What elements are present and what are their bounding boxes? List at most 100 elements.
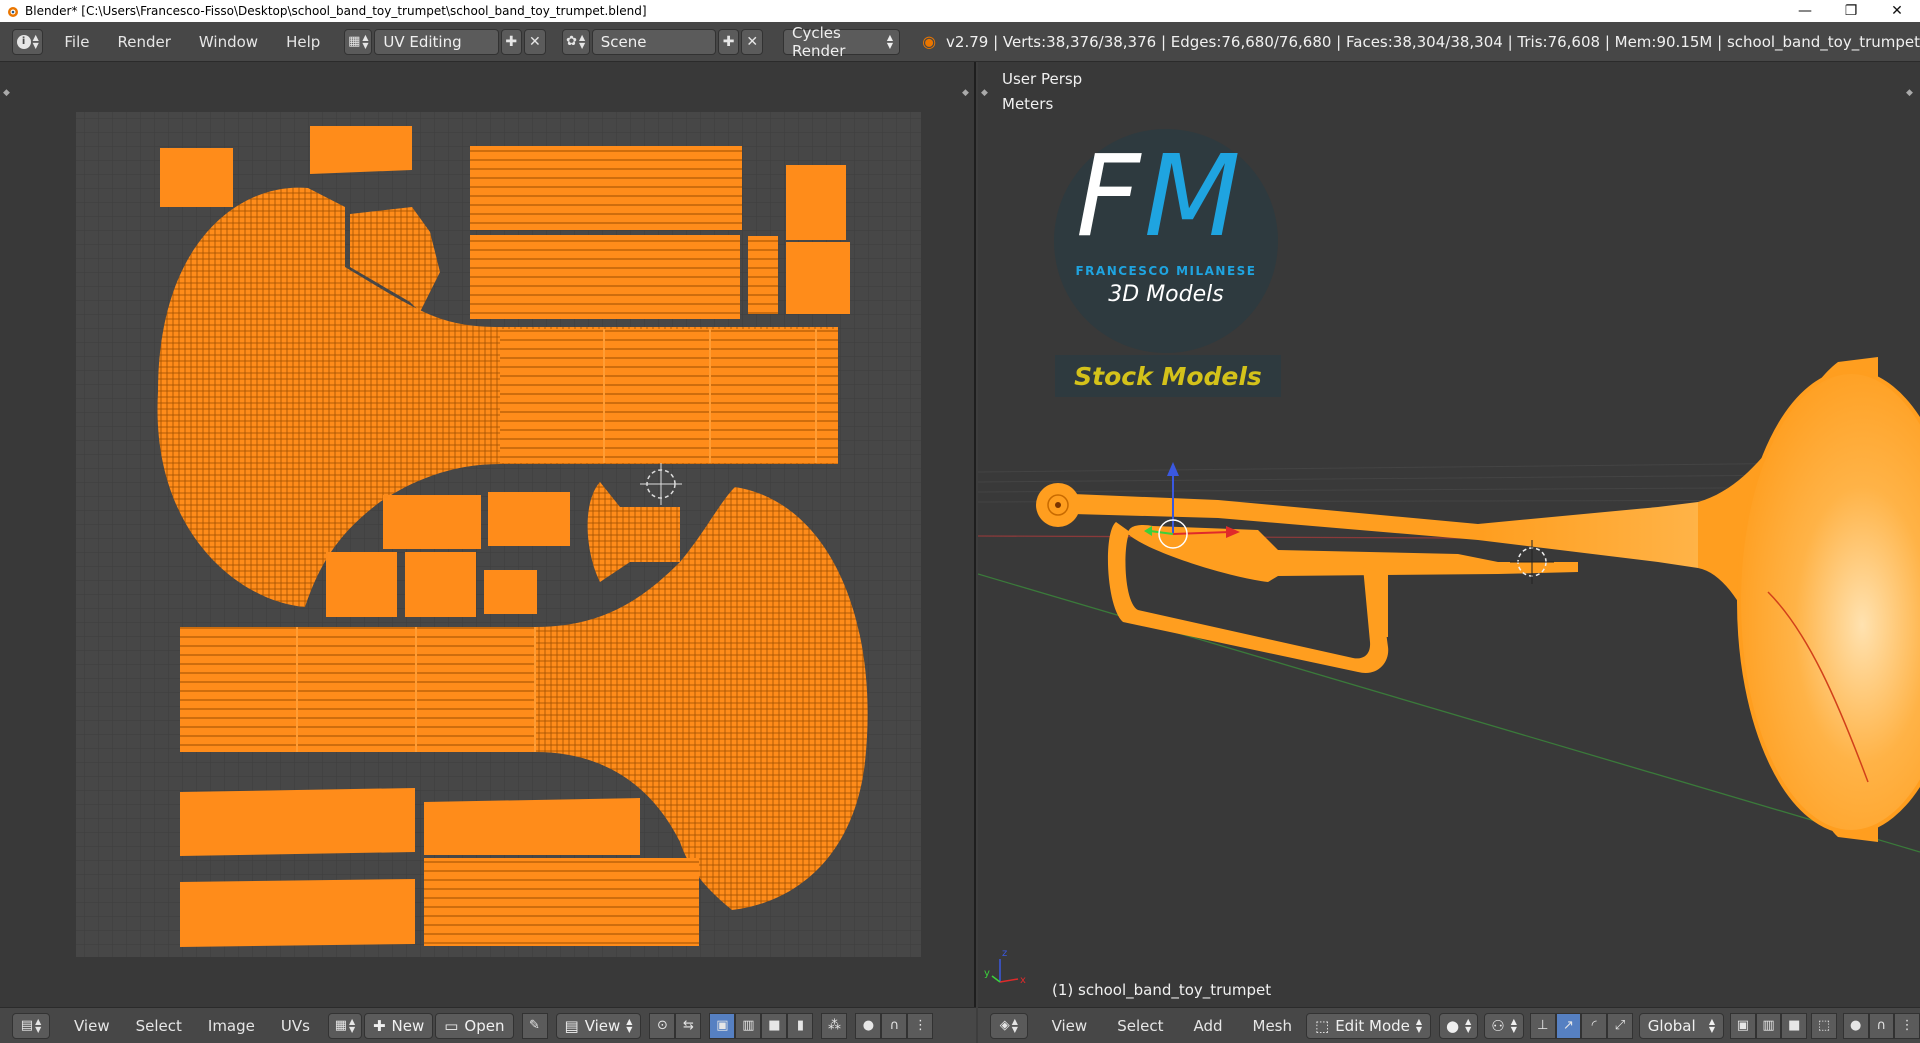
shading-dropdown[interactable]: ● ▲ ▼ (1439, 1012, 1479, 1039)
screen-layout-name: UV Editing (383, 32, 462, 51)
render-engine-dropdown[interactable]: Cycles Render ▲ ▼ (782, 24, 901, 60)
menu-select[interactable]: Select (1109, 1013, 1171, 1039)
new-image-button[interactable]: ✚ New (363, 1012, 434, 1039)
render-engine-value: Cycles Render (791, 23, 846, 60)
updown-arrows-icon: ▲ ▼ (886, 32, 894, 50)
mode-dropdown[interactable]: ⬚ Edit Mode ▲ ▼ (1306, 1012, 1432, 1039)
updown-arrows-icon: ▲ ▼ (579, 32, 586, 50)
face-select-button[interactable]: ■ (761, 1012, 788, 1039)
info-header: i ▲ ▼ File Render Window Help ▦ ▲ ▼ UV Edi… (0, 22, 1920, 62)
screen-layout-field[interactable]: UV Editing (374, 28, 499, 55)
manipulator-toggle-button[interactable]: ⊥ (1529, 1012, 1556, 1039)
trumpet-mesh[interactable] (1036, 357, 1920, 842)
object-name-label: (1) school_band_toy_trumpet (1052, 981, 1272, 999)
limit-selection-button[interactable]: ⬚ (1811, 1012, 1837, 1039)
scene-field[interactable]: Scene (591, 28, 716, 55)
face-select-icon: ■ (768, 1018, 781, 1033)
manipulator-icon: ⊥ (1537, 1018, 1549, 1033)
edge-select-icon: ▥ (1762, 1018, 1775, 1033)
logo-letter-f: F (1076, 132, 1141, 262)
snap-button[interactable]: ∩ (881, 1012, 908, 1039)
solid-shading-icon: ● (1446, 1016, 1460, 1035)
3d-viewport[interactable]: z y x ◆ ◆ User Persp Meters (1) school_b… (978, 62, 1920, 1007)
menu-add[interactable]: Add (1185, 1013, 1230, 1039)
magnet-icon: ∩ (1876, 1018, 1887, 1033)
delete-scene-button[interactable]: ✕ (741, 28, 763, 55)
mode-value: Edit Mode (1335, 1016, 1410, 1035)
translate-manipulator-button[interactable]: ↗ (1555, 1012, 1582, 1039)
menu-view[interactable]: View (1044, 1013, 1096, 1039)
menu-view[interactable]: View (66, 1013, 118, 1039)
pivot-dropdown[interactable]: ⚇ ▲ ▼ (1484, 1012, 1524, 1039)
menu-mesh[interactable]: Mesh (1245, 1013, 1301, 1039)
pivot-icon: ⊙ (657, 1018, 668, 1033)
pin-image-button[interactable]: ✎ (521, 1012, 548, 1039)
close-button[interactable]: ✕ (1874, 0, 1920, 22)
image-browse-button[interactable]: ▦ ▲ ▼ (327, 1012, 362, 1039)
proportional-icon: ● (862, 1018, 875, 1033)
snap-element-button[interactable]: ⋮ (1894, 1012, 1920, 1039)
snap-element-button[interactable]: ⋮ (907, 1012, 934, 1039)
menu-help[interactable]: Help (278, 29, 328, 55)
sync-selection-button[interactable]: ⇆ (675, 1012, 702, 1039)
menu-window[interactable]: Window (191, 29, 266, 55)
layer-button-1[interactable]: ▣ (1729, 1012, 1756, 1039)
fm-logo: F M FRANCESCO MILANESE 3D Models (1054, 129, 1278, 353)
open-image-button[interactable]: ▭ Open (435, 1012, 514, 1039)
image-view-dropdown[interactable]: ▤ View ▲ ▼ (555, 1012, 642, 1039)
svg-text:y: y (984, 968, 990, 979)
menu-image[interactable]: Image (200, 1013, 263, 1039)
edge-select-icon: ▥ (742, 1018, 755, 1033)
add-screen-button[interactable]: ✚ (500, 28, 523, 55)
scale-manipulator-button[interactable]: ⤢ (1607, 1012, 1633, 1039)
info-icon: i (16, 34, 31, 49)
uv-canvas[interactable] (0, 62, 976, 1007)
uv-editor-header: ▤ ▲ ▼ View Select Image UVs ▦ ▲ ▼ ✚ New ▭ … (0, 1007, 976, 1043)
limit-selection-icon: ⬚ (1817, 1018, 1831, 1033)
plus-icon: ✚ (372, 1016, 386, 1035)
rotate-icon: ◜ (1591, 1018, 1597, 1033)
region-toggle-arrow-icon[interactable]: ◆ (981, 88, 988, 98)
maximize-button[interactable]: ❐ (1828, 0, 1874, 22)
axis-gizmo: z y x (984, 948, 1026, 986)
snap-element-icon: ⋮ (913, 1018, 927, 1033)
proportional-edit-button[interactable]: ● (1842, 1012, 1869, 1039)
orientation-dropdown[interactable]: Global ▲ ▼ (1638, 1012, 1724, 1039)
rotate-manipulator-button[interactable]: ◜ (1581, 1012, 1608, 1039)
sticky-mode-button[interactable]: ⁂ (821, 1012, 848, 1039)
uv-image-editor[interactable]: ◆ ◆ (0, 62, 976, 1007)
new-image-label: New (391, 1016, 425, 1035)
layer-button-3[interactable]: ■ (1781, 1012, 1808, 1039)
vertex-select-icon: ▣ (1736, 1018, 1749, 1033)
menu-uvs[interactable]: UVs (273, 1013, 318, 1039)
scene-icon-button[interactable]: ✿ ▲ ▼ (561, 28, 590, 55)
delete-screen-button[interactable]: ✕ (524, 28, 546, 55)
pivot-point-icon: ⚇ (1491, 1016, 1505, 1035)
edge-select-button[interactable]: ▥ (735, 1012, 762, 1039)
layout-grid-icon: ▦ (348, 34, 361, 49)
vertex-select-button[interactable]: ▣ (709, 1012, 736, 1039)
snap-button[interactable]: ∩ (1868, 1012, 1895, 1039)
layer-button-2[interactable]: ▥ (1755, 1012, 1782, 1039)
x-icon: ✕ (528, 33, 541, 50)
island-select-icon: ▮ (796, 1018, 805, 1033)
screen-layout-icon-button[interactable]: ▦ ▲ ▼ (344, 28, 373, 55)
updown-arrows-icon: ▲ ▼ (1708, 1016, 1715, 1034)
add-scene-button[interactable]: ✚ (717, 28, 740, 55)
cube-icon: ◈ (999, 1018, 1010, 1033)
menu-file[interactable]: File (56, 29, 97, 55)
editor-type-selector[interactable]: ▤ ▲ ▼ (12, 1012, 50, 1039)
minimize-button[interactable]: — (1782, 0, 1828, 22)
face-select-icon: ■ (1788, 1018, 1801, 1033)
editor-type-selector[interactable]: i ▲ ▼ (12, 28, 44, 55)
editor-type-selector[interactable]: ◈ ▲ ▼ (990, 1012, 1028, 1039)
menu-render[interactable]: Render (110, 29, 179, 55)
view-mode-icon: ▤ (564, 1016, 579, 1035)
menu-select[interactable]: Select (128, 1013, 190, 1039)
arrow-icon: ↗ (1563, 1018, 1574, 1033)
region-toggle-arrow-icon[interactable]: ◆ (1906, 88, 1913, 98)
logo-letter-m: M (1144, 132, 1241, 262)
proportional-edit-button[interactable]: ● (855, 1012, 882, 1039)
island-select-button[interactable]: ▮ (787, 1012, 814, 1039)
pivot-button[interactable]: ⊙ (649, 1012, 676, 1039)
